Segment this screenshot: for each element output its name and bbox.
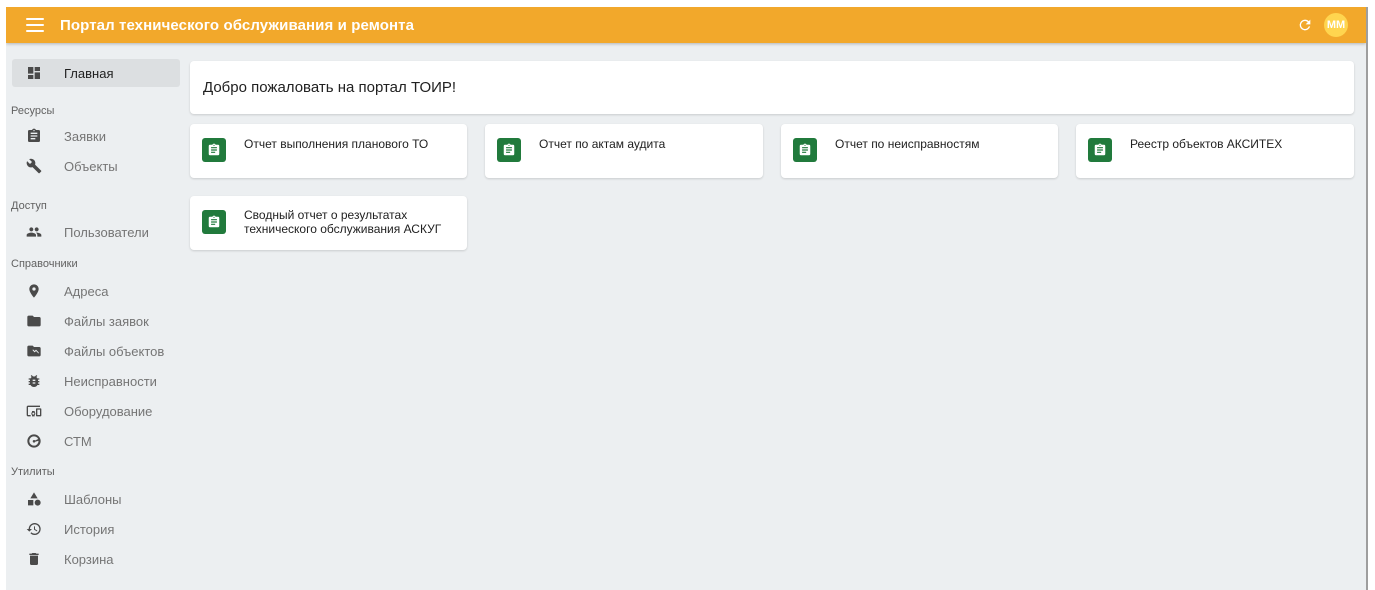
- card-label: Отчет по актам аудита: [539, 137, 666, 151]
- sidebar-item-label: История: [64, 521, 115, 537]
- app-title: Портал технического обслуживания и ремон…: [60, 16, 415, 34]
- sidebar-item-equipment[interactable]: Оборудование: [12, 397, 180, 425]
- sidebar-item-label: Файлы объектов: [64, 343, 165, 359]
- sidebar-item-faults[interactable]: Неисправности: [12, 367, 180, 395]
- trash-icon: [26, 551, 42, 567]
- report-card-faults[interactable]: Отчет по неисправностям: [781, 124, 1058, 178]
- people-icon: [26, 224, 42, 240]
- sidebar-item-label: Заявки: [64, 128, 106, 144]
- clipboard-icon: [26, 128, 42, 144]
- sidebar-item-label: Адреса: [64, 283, 109, 299]
- app-window: Портал технического обслуживания и ремон…: [6, 7, 1368, 590]
- sidebar-item-label: Корзина: [64, 551, 114, 567]
- assignment-icon: [1088, 138, 1112, 162]
- sidebar-item-label: Файлы заявок: [64, 313, 149, 329]
- report-card-aksiteh-registry[interactable]: Реестр объектов АКСИТЕХ: [1076, 124, 1354, 178]
- report-card-askug-summary[interactable]: Сводный отчет о результатах технического…: [190, 196, 467, 250]
- gauge-icon: [26, 433, 42, 449]
- sidebar-item-templates[interactable]: Шаблоны: [12, 485, 180, 513]
- welcome-card: Добро пожаловать на портал ТОИР!: [190, 61, 1354, 114]
- location-pin-icon: [26, 283, 42, 299]
- section-utilities: Утилиты: [11, 466, 55, 478]
- top-bar-actions: MM: [1296, 13, 1348, 37]
- folder-special-icon: [26, 343, 42, 359]
- sidebar-item-objects[interactable]: Объекты: [12, 152, 180, 180]
- section-references: Справочники: [11, 258, 78, 270]
- card-label: Сводный отчет о результатах технического…: [244, 208, 442, 236]
- sidebar-item-users[interactable]: Пользователи: [12, 218, 180, 246]
- report-card-audit-acts[interactable]: Отчет по актам аудита: [485, 124, 763, 178]
- section-access: Доступ: [11, 200, 47, 212]
- sidebar-item-object-files[interactable]: Файлы объектов: [12, 337, 180, 365]
- report-card-planned-maintenance[interactable]: Отчет выполнения планового ТО: [190, 124, 467, 178]
- top-app-bar: Портал технического обслуживания и ремон…: [6, 7, 1366, 43]
- sidebar-item-label: СТМ: [64, 433, 92, 449]
- sidebar-item-history[interactable]: История: [12, 515, 180, 543]
- sidebar-item-addresses[interactable]: Адреса: [12, 277, 180, 305]
- sidebar-item-label: Пользователи: [64, 224, 149, 240]
- sidebar-item-label: Главная: [64, 65, 114, 81]
- assignment-icon: [202, 138, 226, 162]
- avatar[interactable]: MM: [1324, 13, 1348, 37]
- dashboard-icon: [26, 65, 42, 81]
- sidebar: Главная Ресурсы Заявки Объекты Доступ По…: [6, 43, 186, 590]
- assignment-icon: [202, 210, 226, 234]
- shapes-icon: [26, 491, 42, 507]
- folder-icon: [26, 313, 42, 329]
- devices-icon: [26, 403, 42, 419]
- menu-icon[interactable]: [26, 18, 44, 32]
- bug-icon: [26, 373, 42, 389]
- sidebar-item-label: Шаблоны: [64, 491, 122, 507]
- assignment-icon: [497, 138, 521, 162]
- refresh-icon[interactable]: [1296, 16, 1314, 34]
- card-label: Отчет выполнения планового ТО: [244, 137, 429, 151]
- sidebar-item-request-files[interactable]: Файлы заявок: [12, 307, 180, 335]
- page-title: Добро пожаловать на портал ТОИР!: [203, 79, 457, 96]
- card-label: Реестр объектов АКСИТЕХ: [1130, 137, 1283, 151]
- sidebar-item-trash[interactable]: Корзина: [12, 545, 180, 573]
- history-icon: [26, 521, 42, 537]
- sidebar-item-requests[interactable]: Заявки: [12, 122, 180, 150]
- assignment-icon: [793, 138, 817, 162]
- sidebar-item-label: Неисправности: [64, 373, 157, 389]
- card-label: Отчет по неисправностям: [835, 137, 980, 151]
- sidebar-item-label: Объекты: [64, 158, 118, 174]
- section-resources: Ресурсы: [11, 105, 55, 117]
- wrench-icon: [26, 158, 42, 174]
- sidebar-item-label: Оборудование: [64, 403, 153, 419]
- sidebar-item-ctm[interactable]: СТМ: [12, 427, 180, 455]
- sidebar-item-home[interactable]: Главная: [12, 59, 180, 87]
